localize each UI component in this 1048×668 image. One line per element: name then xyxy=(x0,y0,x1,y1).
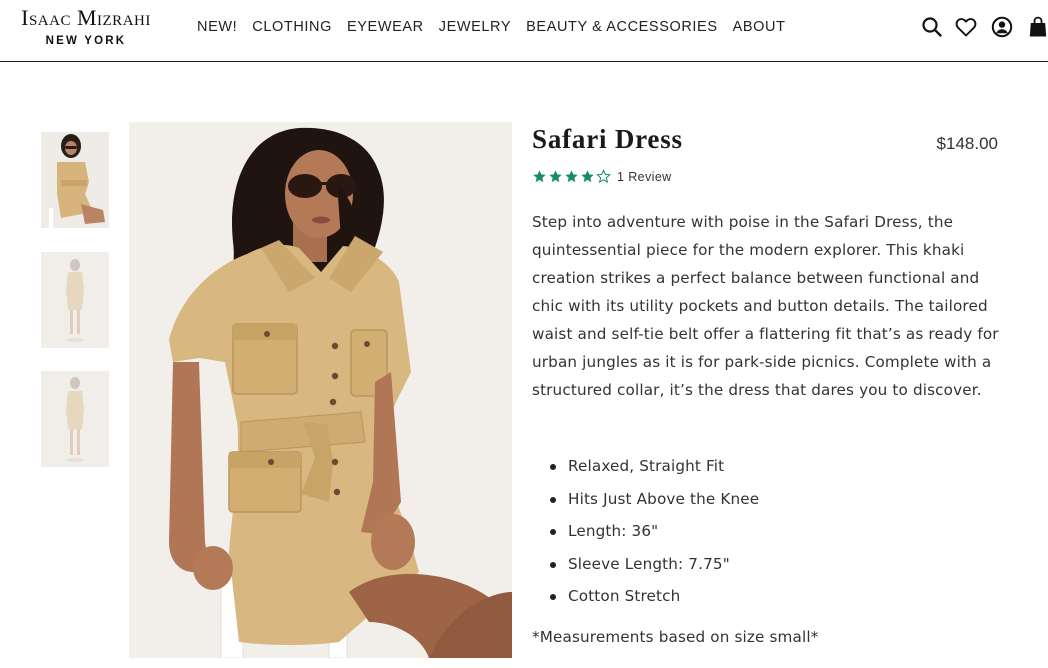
review-count-link[interactable]: 1 Review xyxy=(617,170,672,184)
feature-length: Length: 36" xyxy=(532,515,759,548)
nav-item-jewelry[interactable]: JEWELRY xyxy=(439,19,511,35)
thumbnail-3[interactable] xyxy=(41,371,109,467)
measurements-note: *Measurements based on size small* xyxy=(532,628,819,646)
thumbnail-image-standing-front xyxy=(41,252,109,348)
product-title: Safari Dress xyxy=(532,124,683,154)
thumbnail-1[interactable] xyxy=(41,132,109,228)
feature-hem-length: Hits Just Above the Knee xyxy=(532,483,759,516)
nav-item-about[interactable]: ABOUT xyxy=(733,19,786,35)
account-icon[interactable] xyxy=(990,15,1014,39)
site-header: Isaac Mizrahi NEW YORK NEW! CLOTHING EYE… xyxy=(0,0,1048,62)
product-features-list: Relaxed, Straight Fit Hits Just Above th… xyxy=(532,450,759,613)
product-description: Step into adventure with poise in the Sa… xyxy=(532,213,999,399)
search-icon[interactable] xyxy=(920,15,944,39)
shopping-bag-icon[interactable] xyxy=(1026,15,1048,39)
nav-item-new[interactable]: NEW! xyxy=(197,19,237,35)
product-rating[interactable]: 1 Review xyxy=(532,169,672,184)
star-filled-icon xyxy=(565,170,578,183)
main-product-image[interactable] xyxy=(129,122,512,658)
thumbnail-image-standing-back xyxy=(41,371,109,467)
thumbnail-image-seated xyxy=(41,132,109,228)
nav-item-beauty-accessories[interactable]: BEAUTY & ACCESSORIES xyxy=(526,19,717,35)
star-filled-icon xyxy=(581,170,594,183)
heart-icon[interactable] xyxy=(954,15,978,39)
star-filled-icon xyxy=(533,170,546,183)
main-nav: NEW! CLOTHING EYEWEAR JEWELRY BEAUTY & A… xyxy=(197,19,801,35)
feature-sleeve-length: Sleeve Length: 7.75" xyxy=(532,548,759,581)
feature-fit: Relaxed, Straight Fit xyxy=(532,450,759,483)
product-photo xyxy=(129,122,512,658)
logo-wordmark: Isaac Mizrahi xyxy=(21,5,151,30)
thumbnail-2[interactable] xyxy=(41,252,109,348)
product-price: $148.00 xyxy=(936,134,998,153)
nav-item-clothing[interactable]: CLOTHING xyxy=(252,19,332,35)
nav-item-eyewear[interactable]: EYEWEAR xyxy=(347,19,424,35)
star-filled-icon xyxy=(549,170,562,183)
feature-fabric: Cotton Stretch xyxy=(532,580,759,613)
star-empty-icon xyxy=(596,169,611,184)
brand-logo[interactable]: Isaac Mizrahi NEW YORK xyxy=(6,6,166,54)
logo-subtitle: NEW YORK xyxy=(45,35,127,47)
